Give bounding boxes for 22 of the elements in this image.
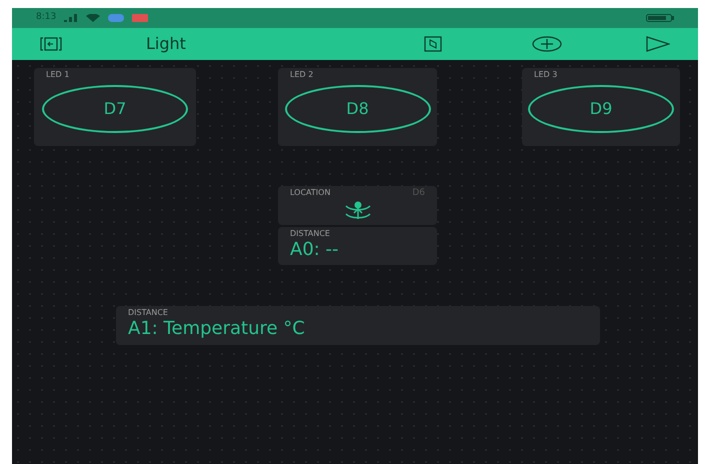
device-icon[interactable]	[40, 36, 62, 52]
add-icon[interactable]	[532, 36, 562, 52]
play-icon[interactable]	[646, 36, 670, 52]
widget-label: DISTANCE	[128, 308, 169, 318]
signal-icon	[64, 14, 78, 22]
widget-label: LED 1	[46, 70, 70, 80]
display-value: A1: Temperature °C	[128, 318, 306, 340]
battery-icon	[646, 14, 674, 22]
wifi-icon	[86, 14, 100, 22]
box-icon[interactable]	[424, 36, 442, 52]
widget-label: LED 2	[290, 70, 314, 80]
project-title: Light	[146, 33, 186, 55]
pin-button[interactable]: D8	[284, 85, 430, 133]
pin-button[interactable]: D7	[42, 85, 188, 133]
notification-icon	[108, 14, 124, 22]
widget-label: DISTANCE	[290, 229, 331, 239]
notification-icon	[132, 14, 148, 22]
status-time: 8:13	[36, 11, 56, 24]
widget-label: LED 3	[534, 70, 558, 80]
pin-button[interactable]: D9	[528, 85, 674, 133]
widget-label: LOCATION	[290, 188, 330, 198]
display-value: A0: --	[290, 239, 340, 261]
